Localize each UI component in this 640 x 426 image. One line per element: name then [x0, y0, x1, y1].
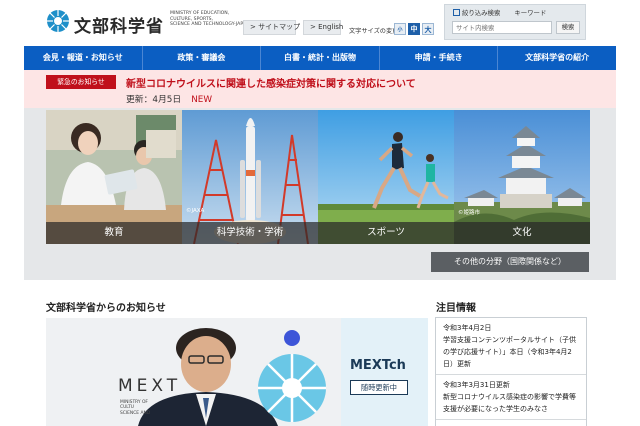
search-panel: 絞り込み検索 キーワード 検索	[444, 4, 586, 40]
font-size-medium-button[interactable]: 中	[408, 23, 420, 35]
tile-culture-label: 文化	[454, 222, 590, 244]
tile-culture[interactable]: ©姫路市 文化	[454, 110, 590, 244]
other-fields-button[interactable]: その他の分野（国際関係など）	[431, 252, 589, 272]
font-size-small-button[interactable]: 小	[394, 23, 406, 35]
logo-title: 文部科学省	[74, 17, 164, 37]
emergency-badge: 緊急のお知らせ	[46, 75, 116, 89]
topics-heading: 注目情報	[436, 303, 476, 314]
topic-date: 令和3年3月31日更新	[443, 381, 510, 389]
english-link[interactable]: > English	[303, 20, 343, 35]
search-button[interactable]: 検索	[556, 21, 580, 34]
site-header: 文部科学省 MINISTRY OF EDUCATION, CULTURE, SP…	[0, 0, 640, 44]
tile-science-label: 科学技術・学術	[182, 222, 318, 244]
tile-education-label: 教育	[46, 222, 182, 244]
banner-mext-text: MEXT	[118, 376, 182, 396]
tile-sports-label: スポーツ	[318, 222, 454, 244]
search-tab-filter-label: 絞り込み検索	[462, 9, 501, 17]
news-heading: 文部科学省からのお知らせ	[46, 303, 166, 314]
sitemap-link[interactable]: > サイトマップ	[243, 20, 300, 35]
field-tiles-section: 教育 ©JAXA 科学技術・学術 スポーツ ©姫路市 文化 その他の分野（国際関…	[24, 108, 616, 280]
banner-channel-title: MEXTch	[350, 358, 406, 373]
banner-mext-subtext: MINISTRY OF CULTU SCIENCE AND	[120, 400, 151, 416]
tile-science-credit: ©JAXA	[186, 208, 205, 214]
topic-date: 令和3年4月2日	[443, 324, 492, 332]
topic-item[interactable]: 令和3年4月2日 学習支援コンテンツポータルサイト（子供の学び応援サイト）」本日…	[436, 318, 586, 375]
emergency-notice-date: 更新：4月5日 NEW	[126, 92, 212, 105]
tile-sports[interactable]: スポーツ	[318, 110, 454, 244]
topic-item[interactable]: 令和3年3月31日更新 新型コロナウイルス感染症の影響で学費等支援が必要になった…	[436, 375, 586, 420]
font-size-large-button[interactable]: 大	[422, 23, 434, 35]
tile-culture-credit: ©姫路市	[458, 210, 481, 216]
nav-item-about[interactable]: 文部科学省の紹介	[498, 46, 616, 70]
nav-item-policy[interactable]: 政策・審議会	[143, 46, 262, 70]
font-size-label: 文字サイズの変更	[349, 28, 399, 35]
emergency-notice: 緊急のお知らせ 新型コロナウイルスに関連した感染症対策に関する対応について 更新…	[24, 70, 616, 108]
search-tab-filter[interactable]: 絞り込み検索	[453, 9, 500, 17]
topic-text: 新型コロナウイルス感染症の影響で学費等支援が必要になった学生のみなさ	[443, 393, 576, 413]
mext-logo-icon	[47, 10, 69, 32]
new-badge: NEW	[191, 95, 213, 105]
mext-channel-banner[interactable]: MEXT MINISTRY OF CULTU SCIENCE AND MEXTc…	[46, 318, 428, 426]
tile-education[interactable]: 教育	[46, 110, 182, 244]
global-nav: 会見・報道・お知らせ 政策・審議会 白書・統計・出版物 申請・手続き 文部科学省…	[24, 46, 616, 70]
emergency-notice-link[interactable]: 新型コロナウイルスに関連した感染症対策に関する対応について	[126, 75, 416, 90]
nav-item-application[interactable]: 申請・手続き	[380, 46, 499, 70]
banner-channel-note: 随時更新中	[350, 380, 408, 395]
search-tab-keyword[interactable]: キーワード	[514, 9, 546, 17]
site-logo[interactable]: 文部科学省 MINISTRY OF EDUCATION, CULTURE, SP…	[46, 9, 249, 37]
update-date: 更新：4月5日	[126, 95, 182, 105]
topic-text: 学習支援コンテンツポータルサイト（子供の学び応援サイト）」本日（令和3年4月2日…	[443, 336, 576, 368]
nav-item-whitepaper[interactable]: 白書・統計・出版物	[261, 46, 380, 70]
search-input[interactable]	[452, 21, 552, 34]
nav-item-press[interactable]: 会見・報道・お知らせ	[24, 46, 143, 70]
checkbox-icon	[453, 9, 460, 16]
tile-science[interactable]: ©JAXA 科学技術・学術	[182, 110, 318, 244]
topics-list: 令和3年4月2日 学習支援コンテンツポータルサイト（子供の学び応援サイト）」本日…	[435, 317, 587, 426]
